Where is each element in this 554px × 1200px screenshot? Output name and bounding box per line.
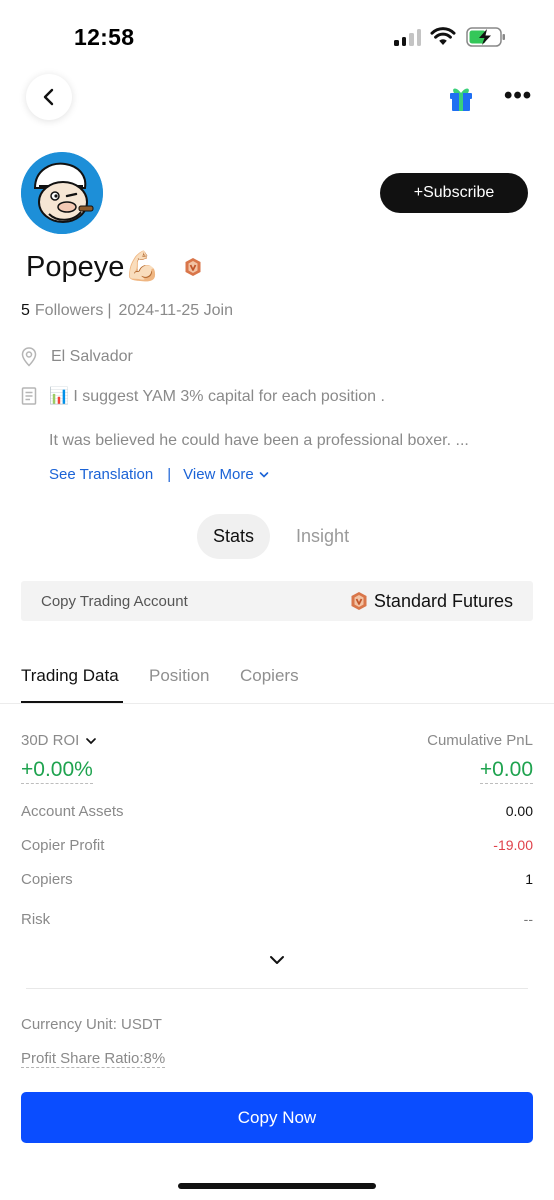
location-row: El Salvador xyxy=(21,347,133,367)
document-icon xyxy=(21,387,37,405)
active-tab-indicator xyxy=(21,701,123,703)
tab-stats[interactable]: Stats xyxy=(197,514,271,559)
signal-icon xyxy=(394,28,421,46)
location-text: El Salvador xyxy=(51,348,133,365)
links-separator: | xyxy=(167,466,172,483)
metric-row-copiers: Copiers 1 xyxy=(21,871,533,888)
standard-futures-badge-icon xyxy=(351,592,367,610)
profit-share-ratio[interactable]: Profit Share Ratio:8% xyxy=(21,1050,166,1068)
metric-label: Copiers xyxy=(21,871,73,888)
roi-period-selector[interactable]: 30D ROI xyxy=(21,732,97,749)
join-date: 2024-11-25 Join xyxy=(118,302,233,319)
divider xyxy=(26,988,528,989)
tab-copiers[interactable]: Copiers xyxy=(240,666,299,686)
metric-row-copier-profit: Copier Profit -19.00 xyxy=(21,837,533,854)
chevron-down-icon xyxy=(259,471,269,478)
popeye-avatar-image xyxy=(21,152,103,234)
back-button[interactable] xyxy=(26,74,72,120)
metric-value: 0.00 xyxy=(505,803,533,819)
metric-label: Account Assets xyxy=(21,803,124,820)
status-bar: 12:58 xyxy=(0,0,554,70)
main-tabs: Trading Data Position Copiers xyxy=(0,652,554,704)
followers-separator: | xyxy=(107,302,112,319)
stats-insight-tabs: Stats Insight xyxy=(197,514,365,559)
top-navigation: ••• xyxy=(0,74,554,124)
account-value-group: Standard Futures xyxy=(350,591,513,612)
trader-badge-icon xyxy=(185,258,201,276)
metric-row-account-assets: Account Assets 0.00 xyxy=(21,803,533,820)
more-options-icon[interactable]: ••• xyxy=(504,84,532,108)
battery-charging-icon xyxy=(466,27,505,47)
followers-count: 5 xyxy=(21,302,30,319)
expand-chevron-icon[interactable] xyxy=(268,953,286,967)
subscribe-button[interactable]: +Subscribe xyxy=(380,173,528,213)
location-pin-icon xyxy=(21,347,37,367)
tab-insight[interactable]: Insight xyxy=(280,514,365,559)
status-time: 12:58 xyxy=(74,24,135,50)
tab-position[interactable]: Position xyxy=(149,666,209,686)
roi-label: 30D ROI xyxy=(21,732,80,749)
see-translation-link[interactable]: See Translation xyxy=(49,466,153,483)
gift-icon[interactable] xyxy=(448,84,474,112)
copy-now-button[interactable]: Copy Now xyxy=(21,1092,533,1143)
wifi-icon xyxy=(430,27,456,45)
chevron-down-icon xyxy=(86,737,97,744)
account-value: Standard Futures xyxy=(373,590,513,611)
metric-label: Copier Profit xyxy=(21,837,105,854)
view-more-link[interactable]: View More xyxy=(183,466,254,483)
profile-name-row: Popeye💪🏻 xyxy=(26,250,202,284)
cumulative-pnl-label: Cumulative PnL xyxy=(427,732,533,749)
metric-row-risk: Risk -- xyxy=(21,911,533,928)
bio-text-line1: 📊 I suggest YAM 3% capital for each posi… xyxy=(49,388,385,405)
followers-row: 5 Followers | 2024-11-25 Join xyxy=(21,302,233,320)
bio-row: 📊 I suggest YAM 3% capital for each posi… xyxy=(21,386,385,406)
followers-label[interactable]: Followers xyxy=(35,302,103,320)
bio-links-row: See Translation | View More xyxy=(49,466,270,483)
copy-trading-account-box[interactable]: Copy Trading Account Standard Futures xyxy=(21,581,533,621)
bio-text-line2: It was believed he could have been a pro… xyxy=(49,432,469,449)
currency-unit: Currency Unit: USDT xyxy=(21,1016,162,1033)
metric-label: Risk xyxy=(21,911,51,928)
profile-name: Popeye💪🏻 xyxy=(26,251,161,283)
metric-value: -- xyxy=(523,911,533,927)
chevron-left-icon xyxy=(43,88,54,106)
metric-value: 1 xyxy=(525,871,533,887)
avatar xyxy=(21,152,103,234)
account-label: Copy Trading Account xyxy=(41,592,188,610)
cumulative-pnl-value[interactable]: +0.00 xyxy=(479,758,533,784)
metric-value: -19.00 xyxy=(493,837,533,853)
home-indicator[interactable] xyxy=(178,1183,376,1189)
tab-trading-data[interactable]: Trading Data xyxy=(21,666,119,686)
roi-value[interactable]: +0.00% xyxy=(21,758,93,784)
